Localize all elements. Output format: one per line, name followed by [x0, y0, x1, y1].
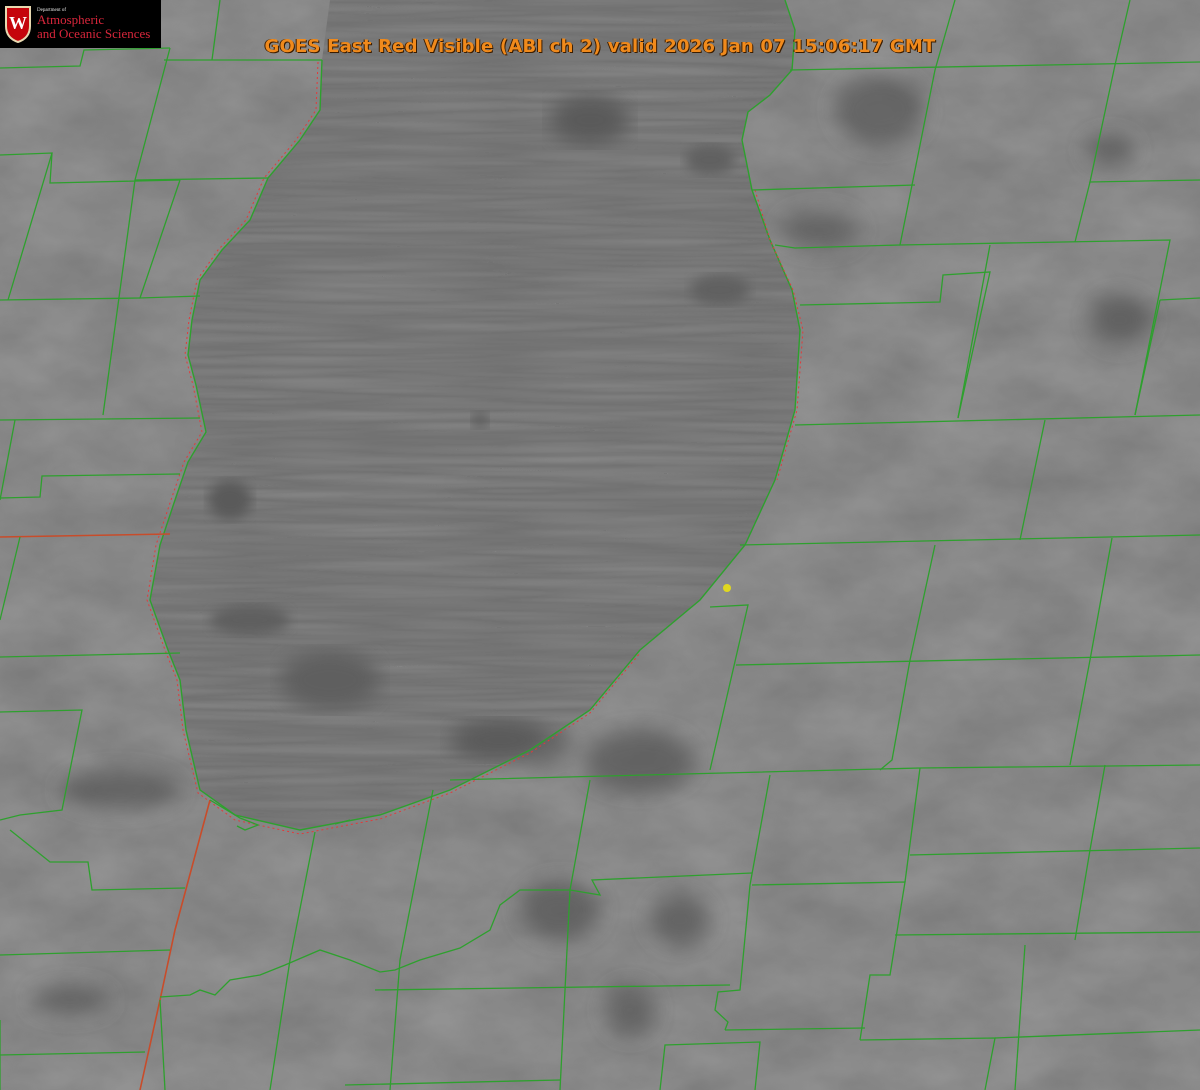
svg-text:W: W	[9, 13, 27, 33]
satellite-map	[0, 0, 1200, 1090]
image-title: GOES East Red Visible (ABI ch 2) valid 2…	[264, 36, 936, 57]
satellite-image-viewer: W Department of Atmospheric and Oceanic …	[0, 0, 1200, 1090]
yellow-dot-icon	[723, 584, 731, 592]
logo-line1: Atmospheric	[37, 11, 105, 27]
